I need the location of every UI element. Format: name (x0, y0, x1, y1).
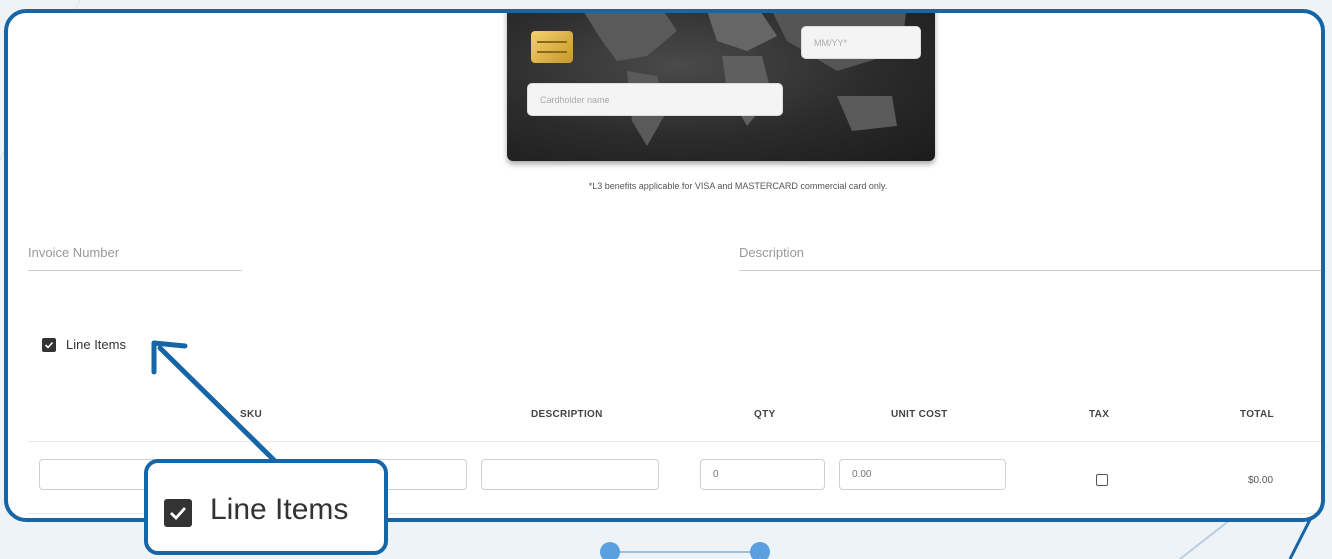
unit-cost-input[interactable]: 0.00 (839, 459, 1006, 490)
line-description-input[interactable] (481, 459, 659, 490)
line-items-label: Line Items (66, 337, 126, 352)
credit-card-preview: MM/YY* Cardholder name (507, 13, 935, 161)
line-total: $0.00 (1248, 475, 1274, 486)
description-field[interactable]: Description (739, 245, 1321, 271)
invoice-number-field[interactable]: Invoice Number (28, 245, 242, 271)
card-expiry-input[interactable]: MM/YY* (801, 26, 921, 59)
table-header-divider (28, 441, 1321, 442)
column-header-description: DESCRIPTION (531, 409, 603, 420)
l3-benefits-note: *L3 benefits applicable for VISA and MAS… (588, 181, 888, 191)
checkbox-checked-icon[interactable] (42, 337, 56, 352)
line-items-callout: Line Items (144, 459, 388, 555)
cardholder-name-input[interactable]: Cardholder name (527, 83, 783, 116)
tax-checkbox[interactable] (1096, 474, 1108, 486)
qty-input[interactable]: 0 (700, 459, 825, 490)
card-chip-icon (531, 31, 573, 63)
column-header-qty: QTY (754, 409, 776, 420)
zoomed-payment-panel: MM/YY* Cardholder name *L3 benefits appl… (4, 9, 1325, 522)
callout-label: Line Items (210, 493, 349, 526)
checkbox-checked-icon (164, 499, 192, 527)
column-header-total: TOTAL (1240, 409, 1274, 420)
column-header-unit-cost: UNIT COST (891, 409, 948, 420)
line-items-checkbox[interactable]: Line Items (42, 337, 126, 352)
column-header-tax: TAX (1089, 409, 1110, 420)
column-header-sku: SKU (240, 409, 263, 420)
